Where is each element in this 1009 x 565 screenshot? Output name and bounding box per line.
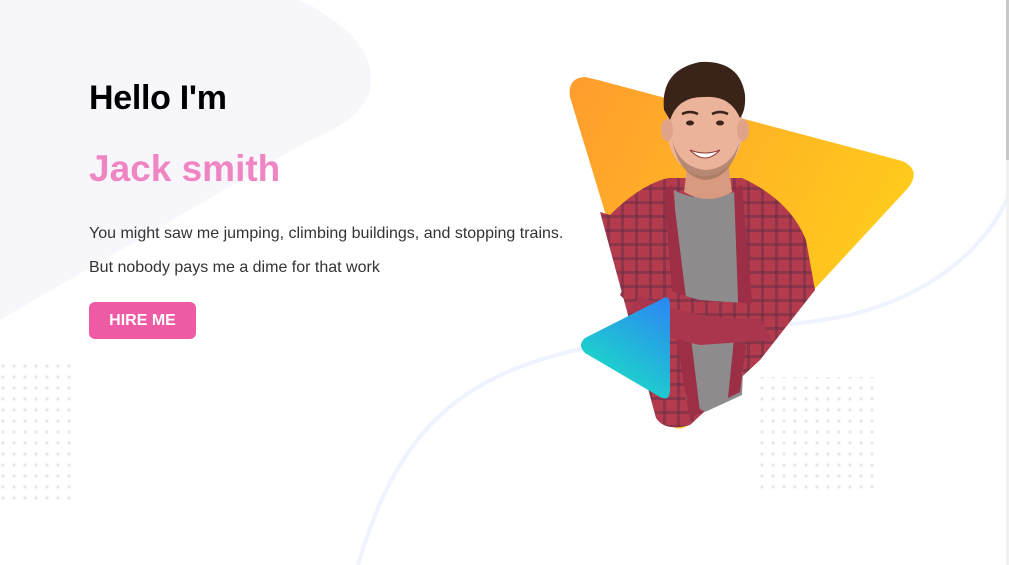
hero-greeting: Hello I'm xyxy=(89,79,227,117)
hero-description-line1: You might saw me jumping, climbing build… xyxy=(89,225,564,242)
hero-text: Hello I'm Jack smith You might saw me ju… xyxy=(89,76,589,339)
hire-me-button[interactable]: HIRE ME xyxy=(89,302,196,339)
hero-section: Hello I'm Jack smith You might saw me ju… xyxy=(0,0,1009,565)
hero-name: Jack smith xyxy=(89,148,281,189)
dot-grid-left xyxy=(0,361,72,507)
hero-description-line2: But nobody pays me a dime for that work xyxy=(89,259,380,276)
hero-image xyxy=(569,61,914,429)
play-triangle-icon xyxy=(581,297,670,399)
